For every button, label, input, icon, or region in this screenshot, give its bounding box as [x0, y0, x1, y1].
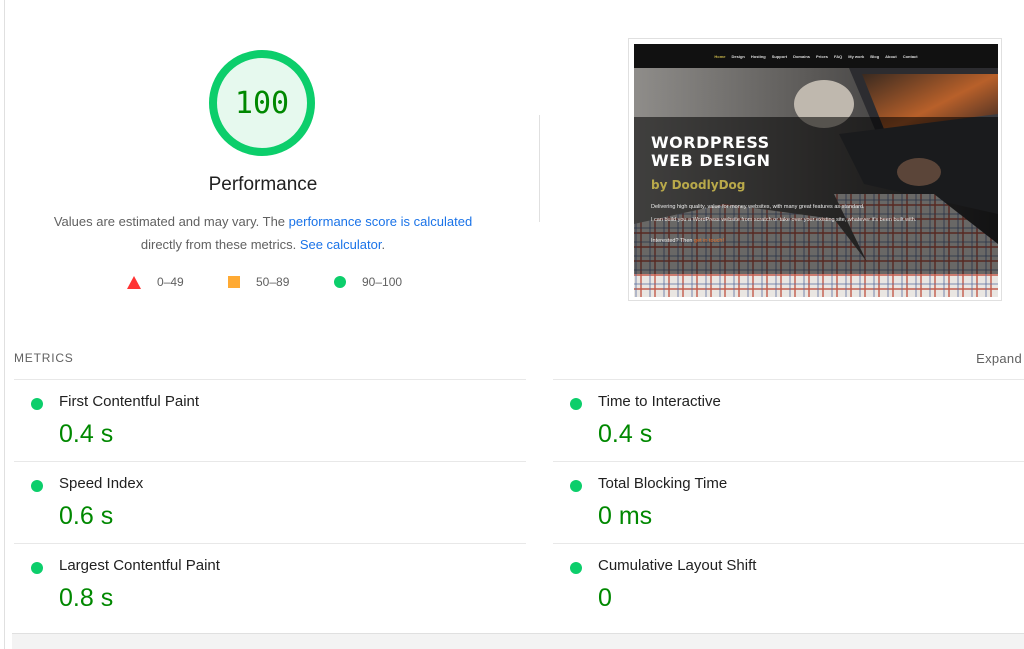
pass-indicator-icon [570, 480, 582, 492]
screenshot-paragraph-1: Delivering high quality, value for money… [651, 204, 865, 210]
screenshot-heading-line-1: WORDPRESS [651, 133, 770, 152]
screenshot-image: Home Design Hosting Support Domains Pric… [634, 44, 998, 297]
legend-range-fail: 0–49 [157, 275, 184, 289]
metric-largest-contentful-paint: Largest Contentful Paint 0.8 s [14, 543, 526, 625]
metric-value: 0.4 s [598, 420, 653, 448]
screenshot-nav-item: FAQ [834, 53, 843, 59]
description-text-2: directly from these metrics. [140, 237, 300, 252]
screenshot-nav-item: Prices [816, 53, 829, 59]
performance-title: Performance [208, 174, 318, 195]
screenshot-nav-item: Blog [870, 53, 880, 59]
legend-range-pass: 90–100 [362, 275, 403, 289]
metrics-footer-bar [12, 633, 1024, 649]
performance-score-link[interactable]: performance score is calculated [289, 214, 473, 229]
performance-description: Values are estimated and may vary. The p… [40, 210, 486, 256]
screenshot-nav-item: Home [714, 53, 726, 59]
screenshot-nav-item: Design [731, 53, 745, 59]
metric-value: 0.6 s [59, 502, 114, 530]
screenshot-cta-link: get in touch! [694, 238, 724, 244]
metric-label: Time to Interactive [598, 393, 721, 410]
final-screenshot[interactable]: Home Design Hosting Support Domains Pric… [628, 38, 1002, 301]
performance-score-gauge: 100 [208, 49, 316, 157]
screenshot-nav-bar: Home Design Hosting Support Domains Pric… [634, 44, 998, 68]
expand-view-toggle[interactable]: Expand [976, 351, 1022, 366]
metric-time-to-interactive: Time to Interactive 0.4 s [553, 379, 1024, 461]
screenshot-heading-line-2: WEB DESIGN [651, 151, 771, 170]
metric-speed-index: Speed Index 0.6 s [14, 461, 526, 543]
description-text-3: . [381, 237, 386, 252]
legend-range-average: 50–89 [256, 275, 290, 289]
metric-label: Largest Contentful Paint [59, 557, 220, 574]
screenshot-heading: WORDPRESS WEB DESIGN [651, 134, 771, 170]
metric-label: Total Blocking Time [598, 475, 728, 492]
pass-indicator-icon [31, 398, 43, 410]
pass-indicator-icon [570, 562, 582, 574]
metric-label: Speed Index [59, 475, 144, 492]
legend-item-pass: 90–100 [334, 275, 402, 289]
screenshot-byline: by DoodlyDog [651, 178, 746, 192]
green-circle-icon [334, 276, 346, 288]
screenshot-paragraph-3-text: Interested? Then [651, 238, 695, 244]
screenshot-paragraph-2: I can build you a WordPress website from… [651, 217, 917, 223]
screenshot-nav-item: About [885, 53, 897, 59]
orange-square-icon [228, 276, 240, 288]
screenshot-nav-item: Support [771, 53, 788, 59]
screenshot-paragraph-3: Interested? Then get in touch! [651, 237, 981, 245]
metrics-header: METRICS [14, 351, 74, 365]
metric-value: 0 [598, 584, 612, 612]
left-border [4, 0, 5, 649]
legend-item-fail: 0–49 [127, 275, 184, 289]
pass-indicator-icon [570, 398, 582, 410]
pass-indicator-icon [31, 562, 43, 574]
metric-label: Cumulative Layout Shift [598, 557, 757, 574]
metric-value: 0.4 s [59, 420, 114, 448]
metric-total-blocking-time: Total Blocking Time 0 ms [553, 461, 1024, 543]
metric-value: 0.8 s [59, 584, 114, 612]
red-triangle-icon [127, 275, 141, 289]
screenshot-nav-item: My work [848, 53, 865, 59]
pass-indicator-icon [31, 480, 43, 492]
vertical-divider [539, 115, 540, 222]
description-text-1: Values are estimated and may vary. The [53, 214, 289, 229]
metric-first-contentful-paint: First Contentful Paint 0.4 s [14, 379, 526, 461]
screenshot-nav-item: Domains [793, 53, 810, 59]
metric-label: First Contentful Paint [59, 393, 200, 410]
performance-score-value: 100 [234, 85, 290, 121]
legend-item-average: 50–89 [228, 275, 289, 289]
metric-value: 0 ms [598, 502, 653, 530]
screenshot-nav-item: Hosting [750, 53, 766, 59]
metric-cumulative-layout-shift: Cumulative Layout Shift 0 [553, 543, 1024, 625]
screenshot-nav-item: Contact [902, 53, 918, 59]
see-calculator-link[interactable]: See calculator [300, 237, 382, 252]
